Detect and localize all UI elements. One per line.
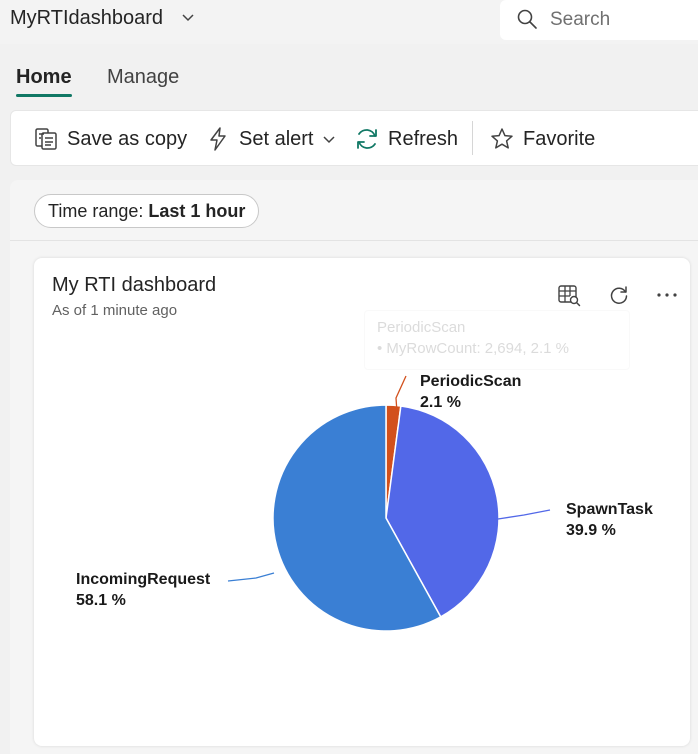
chevron-down-icon[interactable] xyxy=(321,131,337,147)
slice-label-spawntask: SpawnTask xyxy=(566,501,653,518)
slice-label-periodicscan: PeriodicScan xyxy=(420,373,521,390)
time-range-label: Time range: xyxy=(48,200,144,221)
refresh-icon xyxy=(357,129,377,149)
leader-line-incomingrequest xyxy=(227,572,275,582)
refresh-button[interactable]: Refresh xyxy=(354,125,458,153)
slice-value-spawntask: 39.9 % xyxy=(566,522,616,539)
save-copy-icon xyxy=(35,128,57,150)
favorite-label: Favorite xyxy=(523,127,596,150)
dashboard-tile[interactable]: My RTI dashboard As of 1 minute ago Peri… xyxy=(34,258,690,746)
app-title[interactable]: MyRTIdashboard xyxy=(10,7,163,30)
slice-value-incomingrequest: 58.1 % xyxy=(76,592,126,609)
search-input[interactable]: Search xyxy=(500,0,698,40)
toolbar-divider xyxy=(472,121,473,155)
search-icon xyxy=(517,9,537,29)
filter-divider xyxy=(10,240,698,241)
pie-chart[interactable]: PeriodicScan 2.1 % SpawnTask 39.9 % Incoming… xyxy=(34,258,690,746)
refresh-label: Refresh xyxy=(388,127,459,150)
chevron-down-icon[interactable] xyxy=(180,9,196,25)
tab-manage[interactable]: Manage xyxy=(107,66,179,89)
slice-value-periodicscan: 2.1 % xyxy=(420,394,461,411)
top-header: MyRTIdashboard Search xyxy=(0,0,698,44)
lightning-icon xyxy=(210,127,226,151)
set-alert-button[interactable]: Set alert xyxy=(205,125,337,153)
leader-line-spawntask xyxy=(497,509,551,520)
slice-label-incomingrequest: IncomingRequest xyxy=(76,571,211,588)
active-tab-indicator xyxy=(16,94,72,97)
star-icon xyxy=(491,128,513,149)
set-alert-label: Set alert xyxy=(239,127,314,150)
search-placeholder: Search xyxy=(550,9,611,30)
favorite-button[interactable]: Favorite xyxy=(489,125,595,153)
tab-home[interactable]: Home xyxy=(16,66,72,89)
time-range-filter[interactable]: Time range: Last 1 hour xyxy=(34,194,260,228)
save-as-copy-button[interactable]: Save as copy xyxy=(33,125,187,153)
dashboard-canvas: Time range: Last 1 hour My RTI dashboard… xyxy=(10,180,698,754)
time-range-value: Last 1 hour xyxy=(148,200,246,221)
toolbar: Save as copy Set alert Refresh Favorite xyxy=(10,110,698,166)
ribbon-tabs: Home Manage xyxy=(0,56,698,100)
save-as-copy-label: Save as copy xyxy=(67,127,188,150)
